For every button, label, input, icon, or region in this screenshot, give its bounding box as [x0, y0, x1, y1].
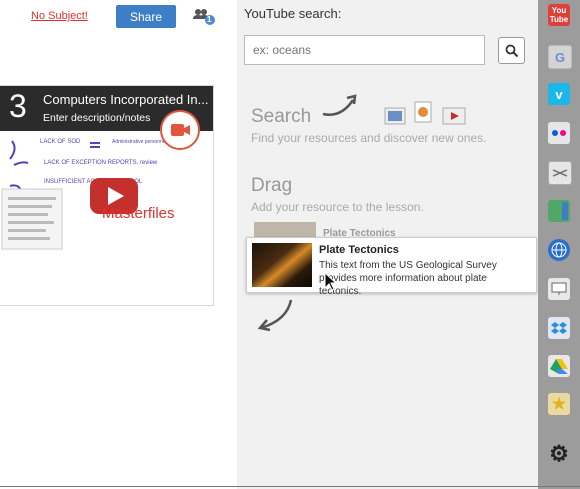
card-description[interactable]: Enter description/notes	[43, 112, 150, 124]
drag-hint-title: Drag	[251, 175, 293, 196]
thumb-line-3: LACK OF EXCEPTION REPORTS, review	[44, 160, 158, 166]
monitor-icon[interactable]	[548, 278, 570, 300]
thumb-line-1: LACK OF SOD	[40, 139, 81, 145]
search-hint-title: Search	[251, 106, 312, 127]
lesson-panel: No Subject! Share 1 3 Computers Incorpor…	[0, 0, 237, 489]
record-video-button[interactable]	[160, 110, 200, 150]
people-icon	[193, 9, 215, 25]
globe-glyph	[551, 242, 567, 258]
drive-glyph	[550, 359, 568, 374]
google-icon[interactable]: G	[548, 45, 572, 69]
gear-icon[interactable]: ⚙	[548, 441, 570, 466]
resource-description: This text from the US Geological Survey …	[319, 260, 497, 297]
thumb-line-2: Administrative personnel	[112, 139, 167, 145]
scribd-icon[interactable]	[548, 161, 572, 185]
vimeo-icon[interactable]: v	[548, 83, 570, 105]
docs-icon[interactable]	[548, 200, 570, 222]
resource-title: Plate Tectonics	[319, 244, 399, 256]
star-icon[interactable]: ★	[548, 393, 570, 415]
dropbox-glyph	[551, 322, 567, 334]
people-badge: 1	[207, 15, 212, 24]
card-thumbnail: LACK OF SOD Administrative personnel LAC…	[0, 131, 213, 305]
resource-card[interactable]: 3 Computers Incorporated In... Enter des…	[0, 85, 214, 306]
drag-hint-subtitle: Add your resource to the lesson.	[251, 200, 424, 214]
youtube-icon[interactable]: You Tube	[548, 4, 570, 26]
search-title: YouTube search:	[244, 6, 342, 21]
cursor-icon	[324, 272, 338, 291]
drag-arrow-icon	[257, 299, 293, 332]
share-button[interactable]: Share	[116, 5, 176, 28]
curved-arrow-icon	[322, 94, 357, 116]
bottom-divider	[0, 486, 580, 487]
search-button[interactable]	[498, 37, 525, 64]
media-types-icon	[384, 101, 466, 125]
monitor-glyph	[551, 282, 567, 295]
card-number: 3	[9, 88, 27, 124]
slides-glyph	[552, 169, 568, 177]
people-button[interactable]: 1	[192, 7, 216, 25]
source-sidebar: You Tube G v ★ ⚙	[538, 0, 580, 489]
video-camera-icon	[171, 124, 190, 136]
search-hint-subtitle: Find your resources and discover new one…	[251, 131, 487, 145]
globe-icon[interactable]	[548, 239, 570, 261]
flickr-icon[interactable]	[548, 122, 570, 144]
drive-icon[interactable]	[548, 355, 570, 377]
resource-thumbnail	[252, 243, 312, 287]
masterfiles-watermark: Masterfiles	[102, 205, 175, 222]
dropbox-icon[interactable]	[548, 317, 570, 339]
search-icon	[505, 44, 518, 57]
resource-preview[interactable]: Plate Tectonics This text from the US Ge…	[246, 237, 537, 297]
search-input[interactable]	[244, 35, 485, 65]
no-subject-link[interactable]: No Subject!	[31, 10, 88, 22]
card-title[interactable]: Computers Incorporated In...	[43, 92, 213, 107]
